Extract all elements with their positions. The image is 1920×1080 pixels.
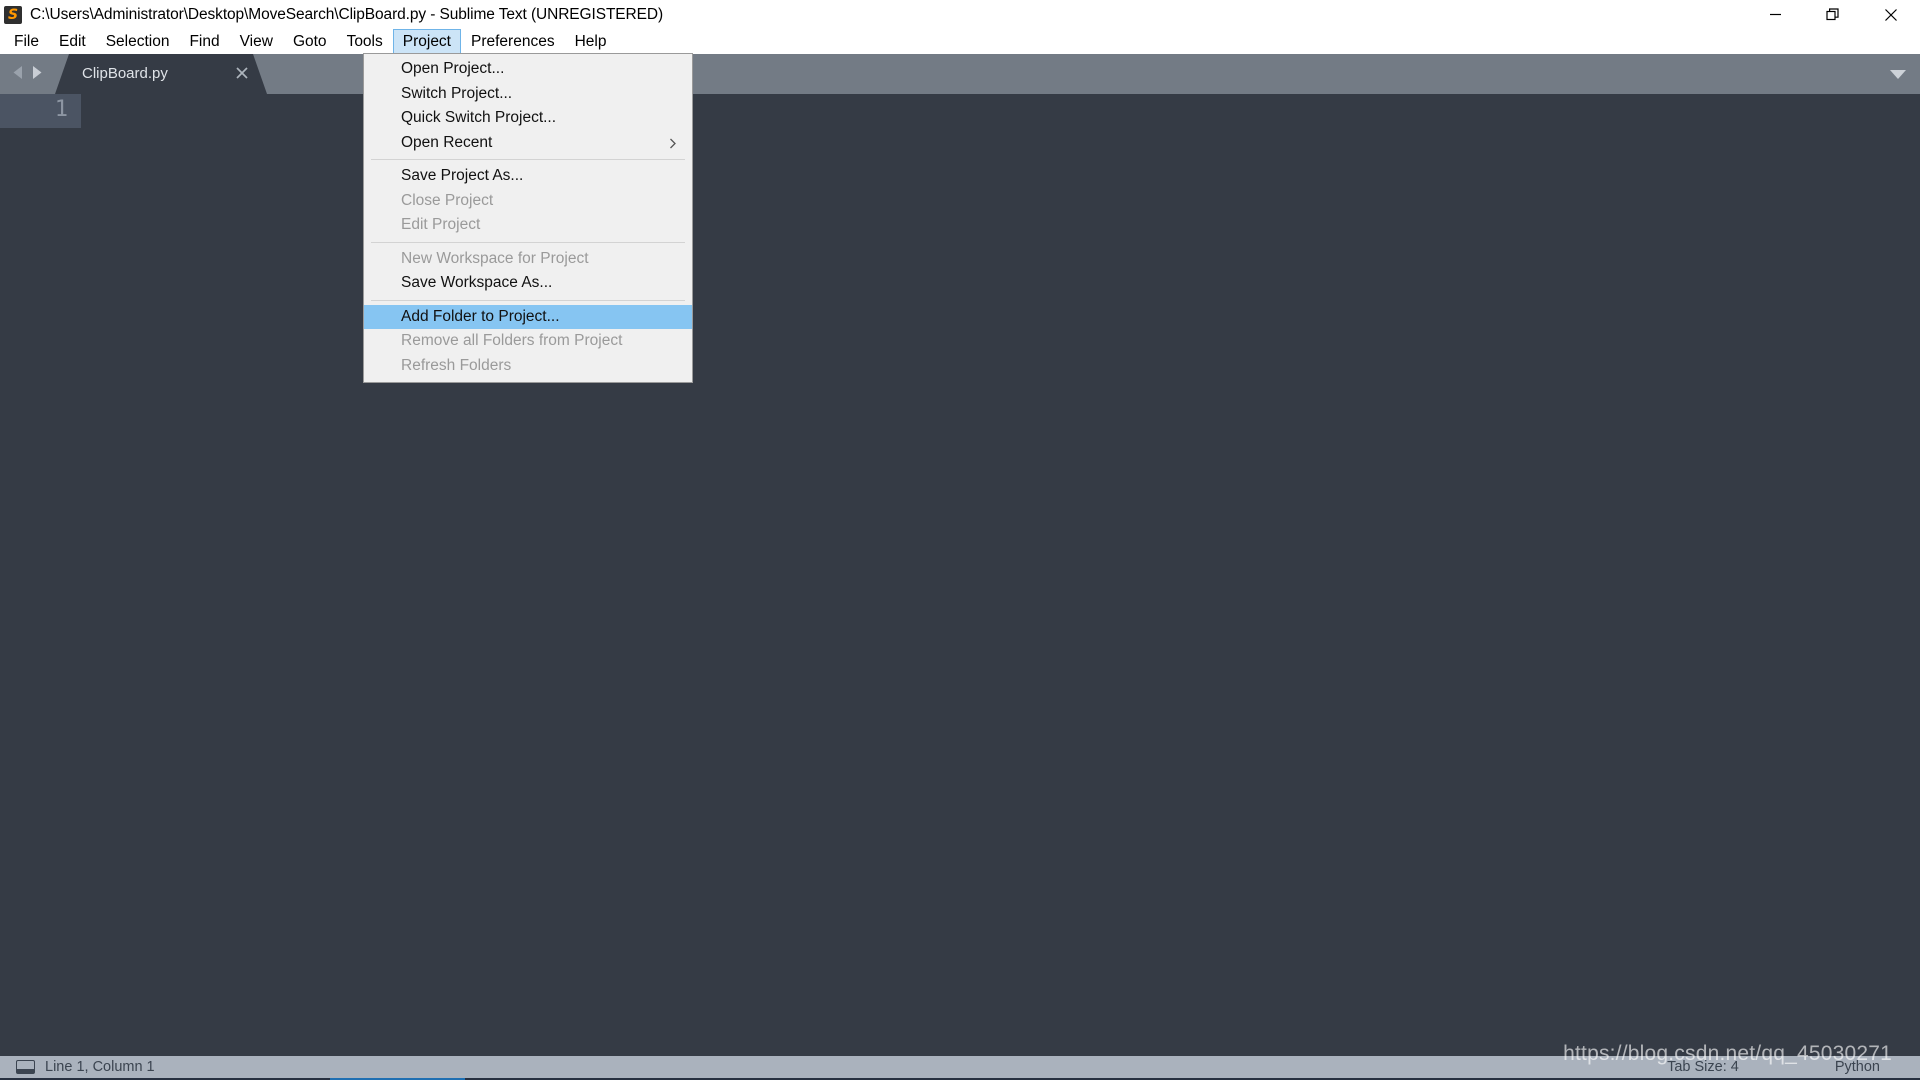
window-title: C:\Users\Administrator\Desktop\MoveSearc… <box>30 5 664 23</box>
sublime-text-window: S C:\Users\Administrator\Desktop\MoveSea… <box>0 0 1920 1080</box>
arrow-right-icon[interactable] <box>30 65 43 80</box>
menu-item-open-project[interactable]: Open Project... <box>364 57 692 82</box>
window-controls <box>1746 0 1920 29</box>
menu-item-refresh-folders: Refresh Folders <box>401 356 512 374</box>
restore-button[interactable] <box>1804 0 1862 29</box>
tab-overflow-chevron-down-icon[interactable] <box>1890 70 1906 79</box>
minimize-icon <box>1769 13 1781 16</box>
project-dropdown-menu: Open Project... Switch Project... Quick … <box>363 53 693 383</box>
menu-file[interactable]: File <box>4 29 49 54</box>
menu-project[interactable]: Project <box>392 29 461 54</box>
cursor-position-status: Line 1, Column 1 <box>45 1059 155 1075</box>
status-bar-right: Tab Size: 4 Python <box>1667 1056 1920 1078</box>
sublime-text-logo-icon: S <box>4 5 22 24</box>
tab-navigation <box>12 65 43 80</box>
menu-separator <box>371 159 685 160</box>
menu-item-save-project-as[interactable]: Save Project As... <box>364 164 692 189</box>
menu-find[interactable]: Find <box>179 29 229 54</box>
status-bar: Line 1, Column 1 Tab Size: 4 Python <box>0 1056 1920 1078</box>
console-icon[interactable] <box>16 1060 35 1074</box>
minimize-button[interactable] <box>1746 0 1804 29</box>
menu-item-remove-all-folders-from-project: Remove all Folders from Project <box>401 332 623 350</box>
menu-item-switch-project[interactable]: Switch Project... <box>364 82 692 107</box>
close-button[interactable] <box>1862 0 1920 29</box>
menu-preferences[interactable]: Preferences <box>461 29 565 54</box>
editor-area[interactable]: 1 <box>0 94 1920 1056</box>
editor-tab-clipboard[interactable]: ClipBoard.py <box>55 54 267 94</box>
menu-item-save-workspace-as[interactable]: Save Workspace As... <box>364 271 692 296</box>
menu-item-edit-project: Edit Project <box>401 216 481 234</box>
tab-size-status[interactable]: Tab Size: 4 <box>1667 1059 1739 1075</box>
tab-close-icon[interactable] <box>235 66 249 80</box>
chevron-right-icon <box>670 138 676 148</box>
line-number: 1 <box>54 97 68 122</box>
menu-selection[interactable]: Selection <box>96 29 180 54</box>
restore-icon <box>1826 7 1839 20</box>
tab-label: ClipBoard.py <box>82 65 168 82</box>
menu-item-open-recent[interactable]: Open Recent <box>364 131 692 156</box>
tab-bar: ClipBoard.py <box>0 54 1920 94</box>
close-icon <box>1885 8 1897 21</box>
menu-bar: File Edit Selection Find View Goto Tools… <box>0 29 1920 54</box>
menu-item-open-recent-label: Open Recent <box>401 133 493 151</box>
menu-item-add-folder-to-project[interactable]: Add Folder to Project... <box>364 304 692 329</box>
menu-item-new-workspace-for-project: New Workspace for Project <box>401 249 589 267</box>
line-number-gutter: 1 <box>0 94 81 128</box>
menu-tools[interactable]: Tools <box>337 29 393 54</box>
menu-help[interactable]: Help <box>565 29 617 54</box>
logo-s-glyph: S <box>7 6 19 23</box>
menu-view[interactable]: View <box>230 29 283 54</box>
menu-separator <box>371 299 685 301</box>
menu-edit[interactable]: Edit <box>49 29 96 54</box>
syntax-status[interactable]: Python <box>1835 1059 1880 1075</box>
menu-goto[interactable]: Goto <box>283 29 337 54</box>
title-bar: S C:\Users\Administrator\Desktop\MoveSea… <box>0 0 1920 29</box>
menu-separator <box>371 241 685 243</box>
menu-item-quick-switch-project[interactable]: Quick Switch Project... <box>364 106 692 131</box>
menu-item-close-project: Close Project <box>401 191 494 209</box>
arrow-left-icon[interactable] <box>12 65 25 80</box>
